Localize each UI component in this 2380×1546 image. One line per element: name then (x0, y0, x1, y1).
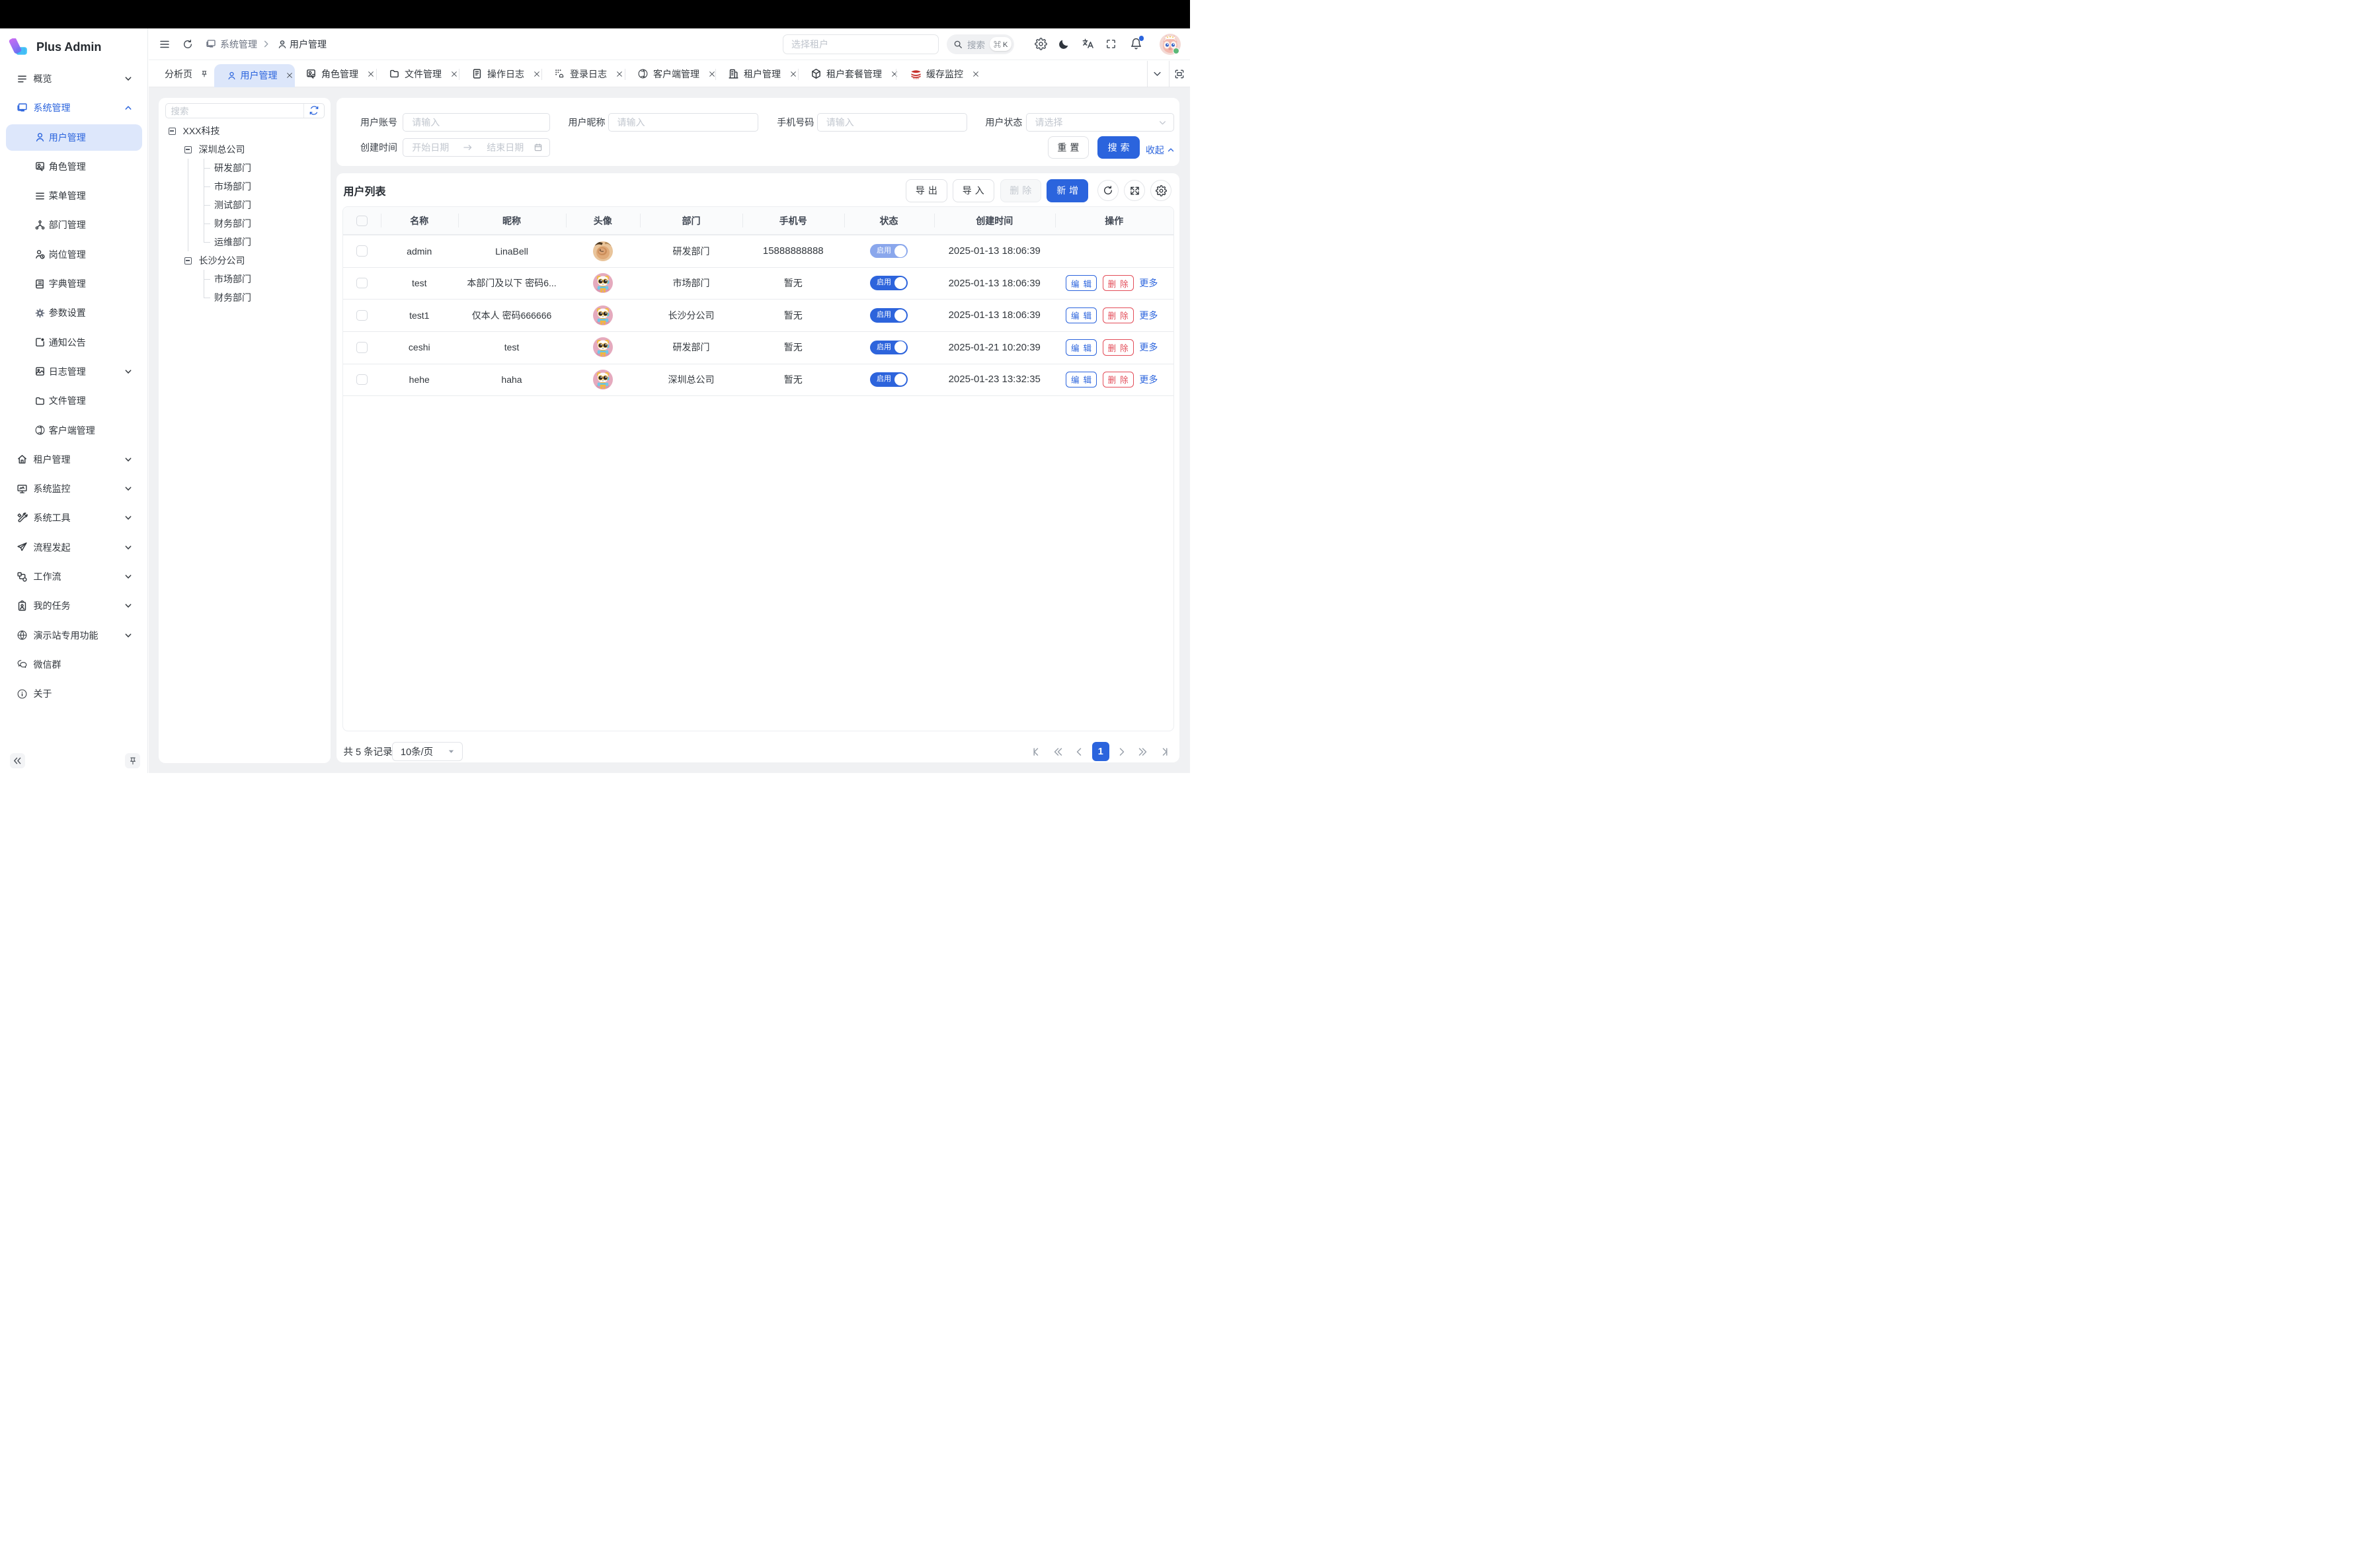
svg-text:redis: redis (913, 77, 919, 79)
